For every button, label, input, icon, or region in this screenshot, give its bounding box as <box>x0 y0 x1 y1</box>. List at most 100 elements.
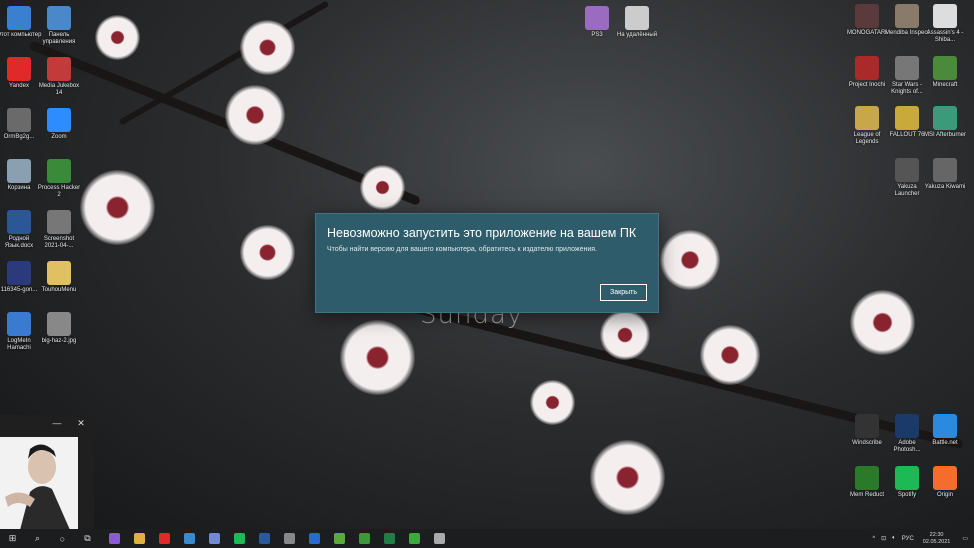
clock-time: 22:30 <box>929 531 944 538</box>
desktop-shortcut[interactable]: Screenshot 2021-04-... <box>36 210 82 250</box>
blossom <box>360 165 405 210</box>
yakuza-kiwami-icon <box>933 158 957 182</box>
app-discord-icon[interactable] <box>202 529 227 548</box>
folder-icon <box>47 261 71 285</box>
app-memreduct-icon[interactable] <box>352 529 377 548</box>
app-photoshop-glyph <box>259 533 270 544</box>
app-utorrent-icon[interactable] <box>327 529 352 548</box>
zoom-icon <box>47 108 71 132</box>
app-yakuza-icon[interactable] <box>427 529 452 548</box>
mini-window: — ✕ <box>0 415 94 530</box>
app-xbox-glyph <box>409 533 420 544</box>
desktop-shortcut[interactable]: На удалённый <box>614 6 660 39</box>
desktop-shortcut-label: Assassin's 4 - Shiba... <box>926 30 964 43</box>
desktop-shortcut[interactable]: MSI Afterburner <box>922 106 968 139</box>
taskbar-clock[interactable]: 22:30 02.05.2021 <box>917 532 957 546</box>
language-indicator[interactable]: РУС <box>899 536 917 542</box>
game-icon-2 <box>895 4 919 28</box>
recycle-bin-icon <box>7 159 31 183</box>
word-doc-icon <box>7 210 31 234</box>
image-file-icon <box>7 261 31 285</box>
close-button[interactable]: Закрыть <box>600 284 647 301</box>
control-panel-icon <box>47 6 71 30</box>
star-wars-icon <box>895 56 919 80</box>
app-excel-icon[interactable] <box>377 529 402 548</box>
dialog-title: Невозможно запустить это приложение на в… <box>327 226 637 240</box>
mini-window-titlebar: — ✕ <box>0 415 94 433</box>
app-excel-glyph <box>384 533 395 544</box>
desktop-shortcut-label: big-haz-2.jpg <box>41 338 77 344</box>
character-image <box>0 437 78 530</box>
app-steam-glyph <box>184 533 195 544</box>
league-icon <box>855 106 879 130</box>
desktop-shortcut[interactable]: big-haz-2.jpg <box>36 312 82 345</box>
desktop-shortcut-label: Панель управления <box>42 32 76 45</box>
process-hacker-icon <box>47 159 71 183</box>
desktop-shortcut[interactable]: Process Hacker 2 <box>36 159 82 199</box>
start-button[interactable]: ⊞ <box>0 529 25 548</box>
app-settings-glyph <box>284 533 295 544</box>
windscribe-icon <box>855 414 879 438</box>
desktop-shortcut[interactable]: Media Jukebox 14 <box>36 57 82 97</box>
desktop-shortcut[interactable]: TouhouMenu <box>36 261 82 294</box>
blossom <box>80 170 155 245</box>
cortana-icon[interactable]: ○ <box>50 529 75 548</box>
app-xbox-icon[interactable] <box>402 529 427 548</box>
text-file-icon <box>625 6 649 30</box>
app-edge-icon[interactable] <box>302 529 327 548</box>
desktop-shortcut-label: На удалённый <box>616 32 658 38</box>
desktop-shortcut[interactable]: Battle.net <box>922 414 968 447</box>
desktop-shortcut-label: Origin <box>936 492 953 498</box>
app-explorer-glyph <box>134 533 145 544</box>
taskbar: ⊞ ⌕ ○ ⧉ ^ ⊡ 🔈︎ РУС 22:30 02.05.2021 ▭ <box>0 529 974 548</box>
app-utorrent-glyph <box>334 533 345 544</box>
desktop-shortcut-label: Minecraft <box>932 82 958 88</box>
blossom <box>240 225 295 280</box>
game-icon-4 <box>855 56 879 80</box>
app-steam-icon[interactable] <box>177 529 202 548</box>
task-view-icon[interactable]: ⧉ <box>75 529 100 548</box>
photoshop-icon <box>895 414 919 438</box>
volume-icon[interactable]: 🔈︎ <box>889 535 899 542</box>
desktop-shortcut[interactable]: Origin <box>922 466 968 499</box>
desktop-shortcut-label: Battle.net <box>932 440 958 446</box>
blossom <box>600 310 650 360</box>
spotify-icon <box>895 466 919 490</box>
hamachi-icon <box>7 312 31 336</box>
app-explorer-icon[interactable] <box>127 529 152 548</box>
desktop-shortcut[interactable]: Zoom <box>36 108 82 141</box>
desktop-shortcut[interactable]: Assassin's 4 - Shiba... <box>922 4 968 44</box>
app-purple-icon[interactable] <box>102 529 127 548</box>
minimize-icon[interactable]: — <box>50 418 64 428</box>
yakuza-launcher-icon <box>895 158 919 182</box>
blossom <box>225 85 285 145</box>
desktop-shortcut[interactable]: Панель управления <box>36 6 82 46</box>
jpg-file-icon <box>47 312 71 336</box>
app-discord-glyph <box>209 533 220 544</box>
app-yandex-icon[interactable] <box>152 529 177 548</box>
origin-icon <box>933 466 957 490</box>
app-memreduct-glyph <box>359 533 370 544</box>
app-spotify-glyph <box>234 533 245 544</box>
app-photoshop-icon[interactable] <box>252 529 277 548</box>
blossom <box>590 440 665 515</box>
battlenet-icon <box>933 414 957 438</box>
desktop-shortcut-label: Process Hacker 2 <box>37 185 81 198</box>
tray-chevron-icon[interactable]: ^ <box>869 536 878 542</box>
notification-icon[interactable]: ▭ <box>956 535 974 542</box>
search-icon[interactable]: ⌕ <box>25 529 50 548</box>
blossom <box>700 325 760 385</box>
close-icon[interactable]: ✕ <box>74 418 88 429</box>
app-yakuza-glyph <box>434 533 445 544</box>
app-settings-icon[interactable] <box>277 529 302 548</box>
screenshot-file-icon <box>47 210 71 234</box>
blossom <box>660 230 720 290</box>
wallpaper-branch <box>118 0 330 126</box>
app-yandex-glyph <box>159 533 170 544</box>
desktop-shortcut[interactable]: Yakuza Kiwami <box>922 158 968 191</box>
system-tray: ^ ⊡ 🔈︎ РУС 22:30 02.05.2021 ▭ <box>869 529 974 548</box>
network-icon[interactable]: ⊡ <box>878 535 889 542</box>
app-spotify-icon[interactable] <box>227 529 252 548</box>
desktop-shortcut[interactable]: Minecraft <box>922 56 968 89</box>
blossom <box>240 20 295 75</box>
